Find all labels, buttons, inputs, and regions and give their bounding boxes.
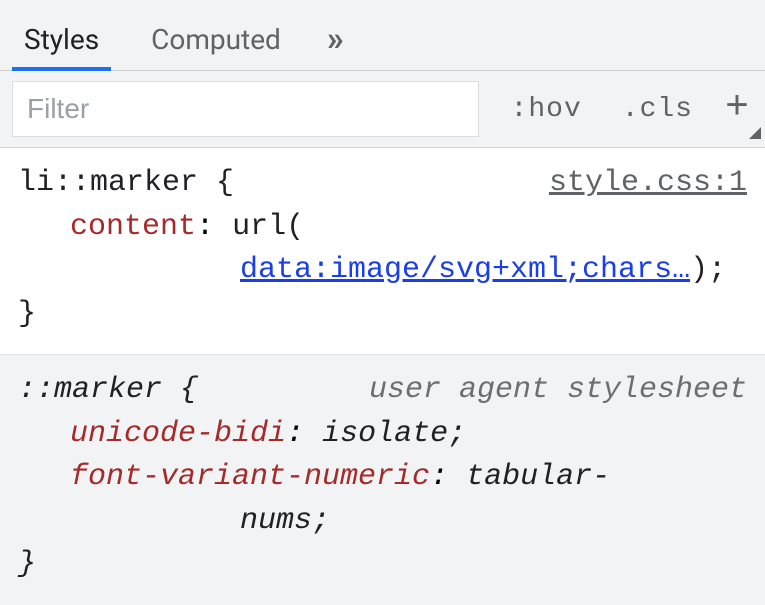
styles-toolbar: :hov .cls +: [0, 71, 765, 148]
declaration[interactable]: content: url( data:image/svg+xml;chars…)…: [18, 206, 747, 293]
rule-header: li::marker { style.css:1: [18, 162, 747, 206]
selector[interactable]: li::marker: [18, 166, 198, 200]
selector[interactable]: ::marker: [18, 373, 162, 407]
rules-panel: li::marker { style.css:1 content: url( d…: [0, 148, 765, 605]
url-link[interactable]: data:image/svg+xml;chars…: [240, 253, 690, 287]
new-rule-button[interactable]: +: [725, 89, 753, 129]
value-line2: nums;: [70, 500, 747, 544]
open-brace: {: [180, 373, 198, 407]
value-prefix: url(: [232, 210, 304, 244]
ua-stylesheet-label: user agent stylesheet: [369, 369, 747, 413]
declaration[interactable]: font-variant-numeric: tabular- nums;: [18, 456, 747, 543]
declaration[interactable]: unicode-bidi: isolate;: [18, 413, 747, 457]
close-brace: }: [18, 543, 747, 587]
value: isolate;: [322, 417, 466, 451]
hov-toggle[interactable]: :hov: [503, 90, 590, 129]
value-suffix: );: [690, 253, 726, 287]
property: font-variant-numeric: [70, 460, 430, 494]
value-line1: tabular-: [466, 460, 610, 494]
css-rule: li::marker { style.css:1 content: url( d…: [0, 148, 765, 355]
filter-input[interactable]: [12, 81, 479, 137]
plus-icon: +: [725, 86, 749, 131]
colon: :: [286, 417, 304, 451]
open-brace: {: [216, 166, 234, 200]
source-link[interactable]: style.css:1: [549, 162, 747, 206]
property: content: [70, 210, 196, 244]
close-brace: }: [18, 293, 747, 337]
css-rule-ua: ::marker { user agent stylesheet unicode…: [0, 355, 765, 605]
colon: :: [196, 210, 214, 244]
colon: :: [430, 460, 448, 494]
tab-styles[interactable]: Styles: [18, 11, 105, 70]
dropdown-corner-icon: [749, 127, 761, 139]
devtools-tabs: Styles Computed »: [0, 0, 765, 71]
tab-computed[interactable]: Computed: [145, 11, 287, 70]
property: unicode-bidi: [70, 417, 286, 451]
rule-header: ::marker { user agent stylesheet: [18, 369, 747, 413]
tab-more-icon[interactable]: »: [327, 10, 350, 70]
cls-toggle[interactable]: .cls: [614, 90, 701, 129]
